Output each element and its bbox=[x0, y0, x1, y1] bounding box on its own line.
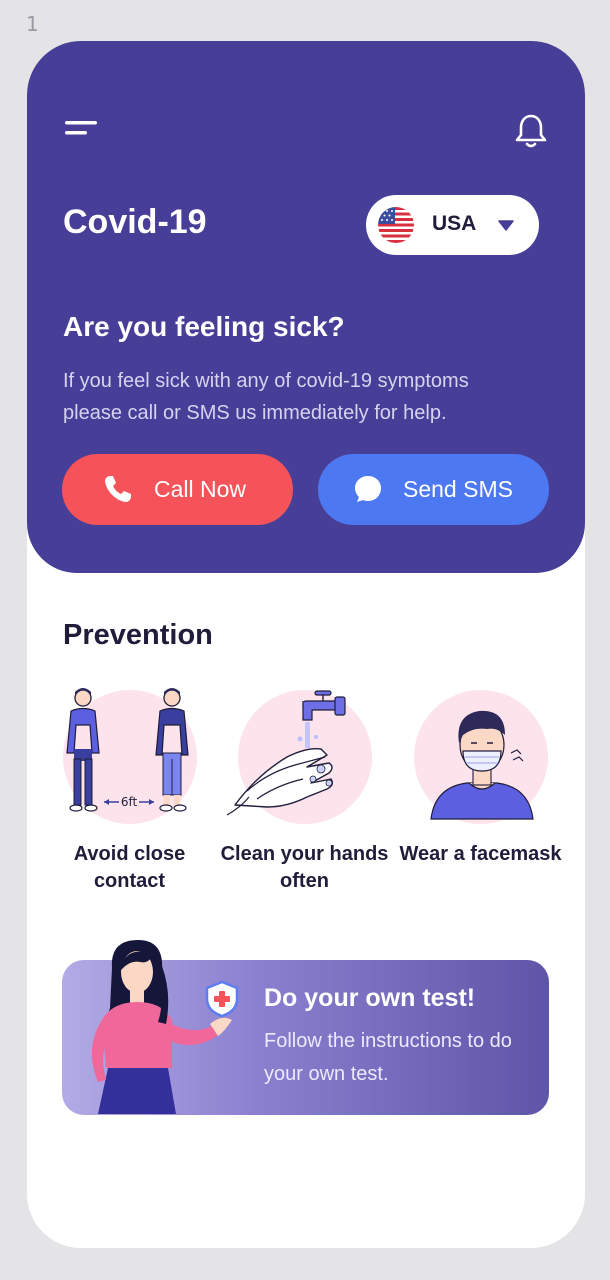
distance-label: 6ft bbox=[121, 795, 138, 809]
send-sms-label: Send SMS bbox=[403, 476, 513, 502]
country-label: USA bbox=[432, 212, 477, 235]
us-flag-icon bbox=[378, 207, 414, 243]
self-test-title: Do your own test! bbox=[264, 984, 476, 1012]
menu-icon[interactable] bbox=[65, 121, 99, 141]
bell-icon[interactable] bbox=[514, 113, 548, 149]
prevention-label: Avoid close contact bbox=[73, 843, 186, 892]
prevention-label: Clean your hands often bbox=[220, 843, 389, 892]
prevention-label: Wear a facemask bbox=[399, 843, 562, 865]
sick-heading: Are you feeling sick? bbox=[63, 311, 345, 342]
call-now-label: Call Now bbox=[154, 476, 247, 502]
chat-bubble-icon bbox=[355, 476, 381, 502]
prevention-title: Prevention bbox=[63, 619, 213, 651]
phone-icon bbox=[105, 476, 131, 502]
phone-screen: Covid-19 USA Are you feeling sick? If yo… bbox=[27, 41, 585, 1248]
facemask-illustration bbox=[430, 710, 534, 820]
call-now-button[interactable]: Call Now bbox=[62, 454, 293, 525]
dropdown-arrow-icon bbox=[498, 220, 514, 231]
handwashing-illustration bbox=[226, 690, 346, 816]
send-sms-button[interactable]: Send SMS bbox=[318, 454, 549, 525]
woman-illustration bbox=[91, 940, 232, 1114]
self-test-card[interactable]: Do your own test! Follow the instruction… bbox=[62, 940, 549, 1115]
country-select[interactable]: USA bbox=[366, 195, 539, 255]
shield-cross-icon bbox=[205, 980, 239, 1018]
self-test-description: Follow the instructions to do your own t… bbox=[264, 1030, 512, 1085]
social-distance-illustration: 6ft bbox=[66, 688, 189, 812]
sick-description: If you feel sick with any of covid-19 sy… bbox=[63, 370, 469, 424]
header-panel: Covid-19 USA Are you feeling sick? If yo… bbox=[27, 41, 585, 573]
app-title: Covid-19 bbox=[63, 203, 207, 241]
frame-number: 1 bbox=[26, 12, 39, 36]
